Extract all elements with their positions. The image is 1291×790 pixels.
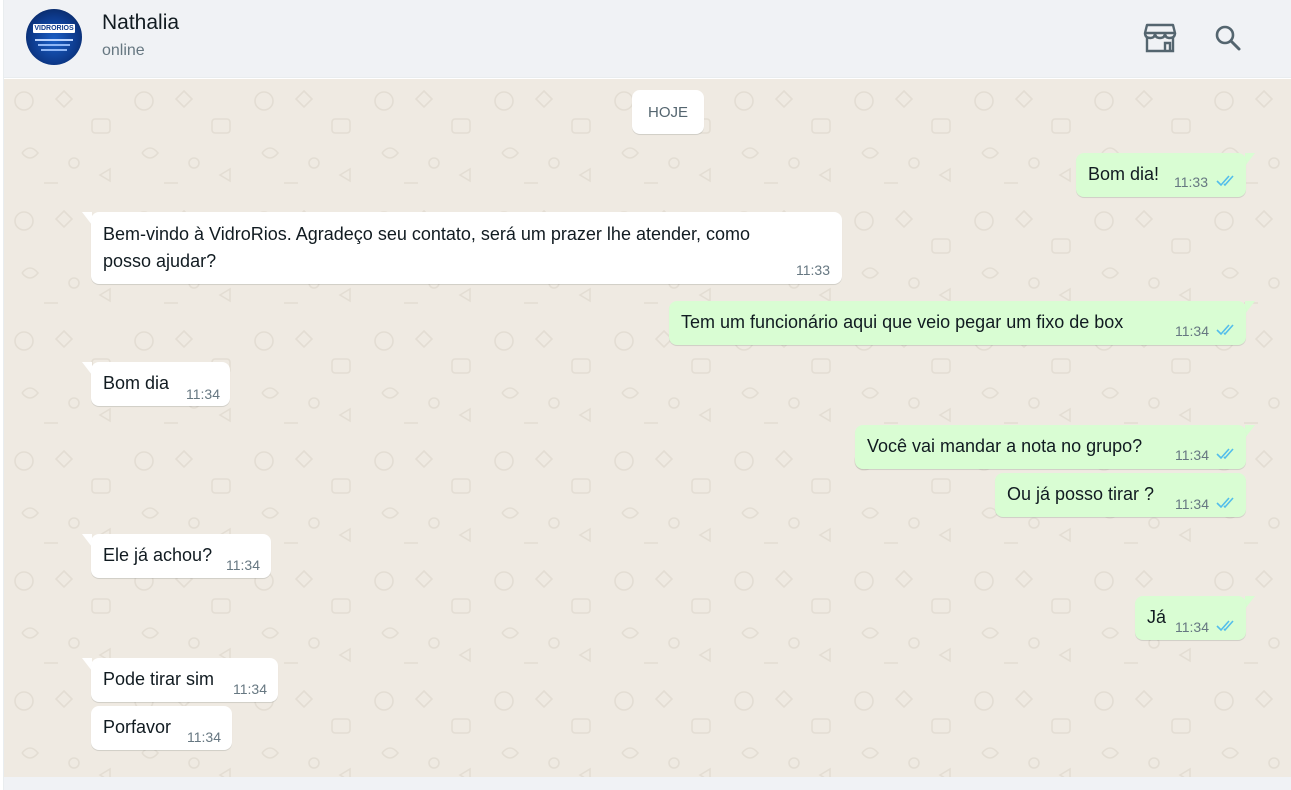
read-ticks-icon [1216, 620, 1234, 632]
read-ticks-icon [1216, 497, 1234, 509]
message-text: Ou já posso tirar ? [1007, 484, 1155, 504]
message-text: Já [1147, 607, 1167, 627]
message-time: 11:34 [1175, 323, 1209, 339]
message-incoming[interactable]: Ele já achou? 11:34 [91, 534, 271, 578]
message-incoming[interactable]: Porfavor 11:34 [91, 706, 232, 750]
search-icon [1215, 25, 1241, 51]
message-text: Você vai mandar a nota no grupo? [867, 436, 1143, 456]
date-separator: HOJE [632, 90, 705, 134]
message-outgoing[interactable]: Você vai mandar a nota no grupo? 11:34 [855, 425, 1246, 469]
message-time: 11:33 [1174, 174, 1208, 190]
message-time: 11:34 [1175, 447, 1209, 463]
message-text: Porfavor [103, 717, 172, 737]
composer-edge [4, 777, 1291, 790]
message-text: Tem um funcionário aqui que veio pegar u… [681, 312, 1124, 332]
message-time: 11:34 [187, 729, 221, 745]
storefront-icon [1143, 23, 1177, 53]
message-time: 11:34 [1175, 496, 1209, 512]
avatar-logo-text: VIDRORIOS [34, 25, 74, 32]
message-outgoing[interactable]: Já 11:34 [1135, 596, 1246, 640]
message-outgoing[interactable]: Ou já posso tirar ? 11:34 [995, 473, 1246, 517]
message-text-line: Bem-vindo à VidroRios. Agradeço seu cont… [103, 224, 751, 244]
message-outgoing[interactable]: Bom dia! 11:33 [1076, 153, 1246, 197]
message-time: 11:34 [226, 557, 260, 573]
message-time: 11:34 [233, 681, 267, 697]
message-incoming[interactable]: Pode tirar sim 11:34 [91, 658, 278, 702]
contact-avatar[interactable]: VIDRORIOS [26, 9, 82, 65]
message-time: 11:33 [796, 262, 830, 278]
avatar-logo-line [38, 44, 70, 46]
search-button[interactable] [1208, 18, 1248, 58]
message-text: Bom dia [103, 373, 170, 393]
read-ticks-icon [1216, 324, 1234, 336]
message-text: Bom dia! [1088, 164, 1160, 184]
message-text: Pode tirar sim [103, 669, 215, 689]
catalog-button[interactable] [1140, 18, 1180, 58]
avatar-logo-line [41, 49, 67, 51]
avatar-logo-line [35, 39, 73, 41]
message-incoming[interactable]: Bem-vindo à VidroRios. Agradeço seu cont… [91, 212, 842, 284]
message-time: 11:34 [186, 386, 220, 402]
contact-name[interactable]: Nathalia [102, 11, 179, 35]
read-ticks-icon [1216, 448, 1234, 460]
contact-status: online [102, 42, 145, 59]
message-outgoing[interactable]: Tem um funcionário aqui que veio pegar u… [669, 301, 1246, 345]
message-text-line: posso ajudar? [103, 251, 217, 271]
read-ticks-icon [1216, 175, 1234, 187]
chat-header: VIDRORIOS Nathalia online [4, 0, 1291, 78]
message-incoming[interactable]: Bom dia 11:34 [91, 362, 230, 406]
chat-panel[interactable]: HOJE Bom dia! 11:33 Bem-vindo à VidroRio… [4, 79, 1291, 777]
message-text: Ele já achou? [103, 545, 213, 565]
message-time: 11:34 [1175, 619, 1209, 635]
